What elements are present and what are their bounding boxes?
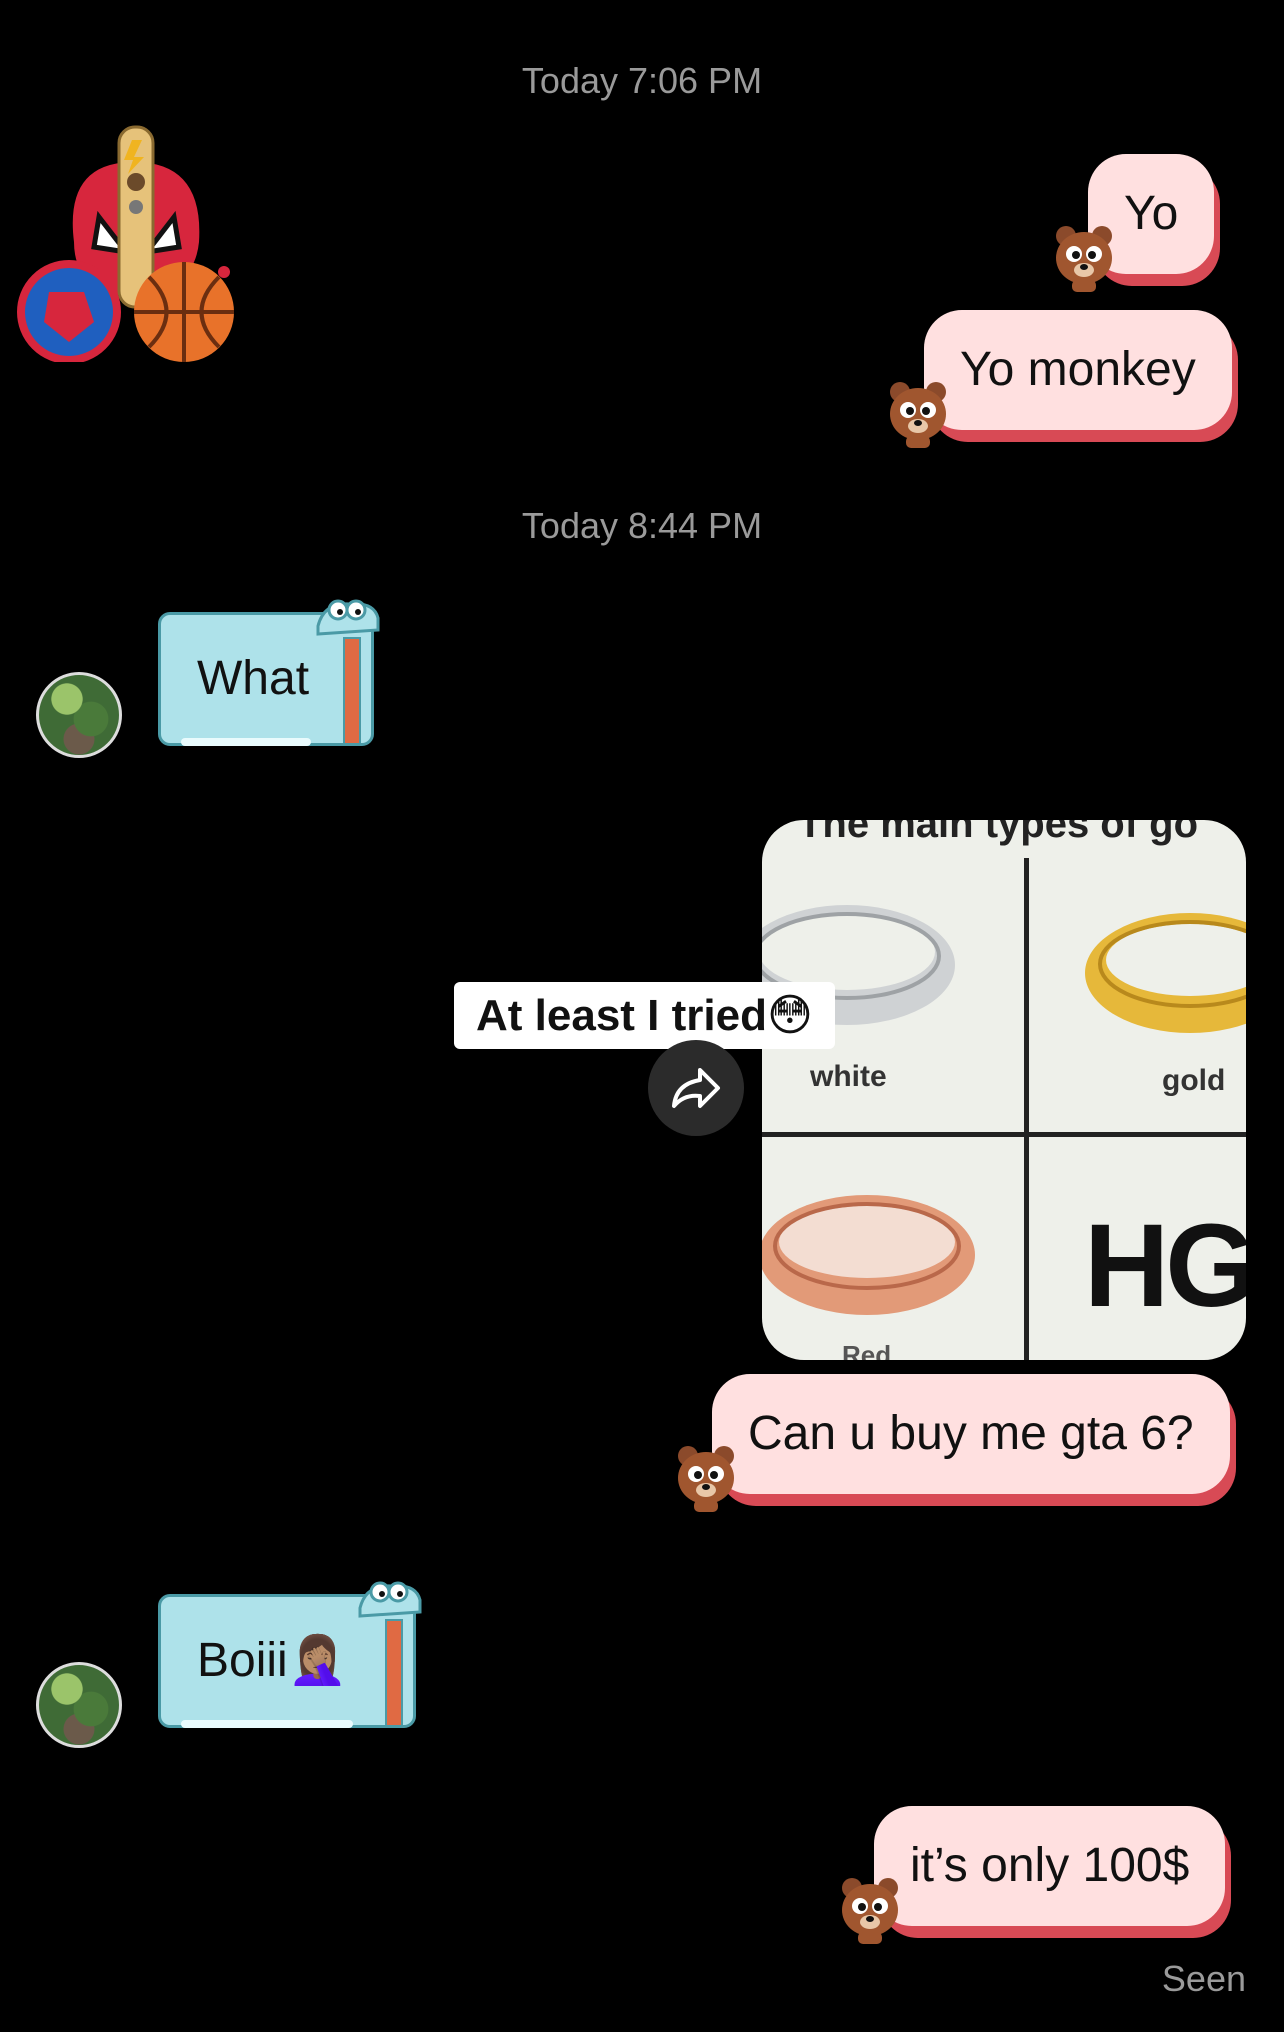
ring-label-red: Red [842,1340,892,1360]
dino-bubble-icon [358,1581,422,1618]
ring-label-hg: HG [1084,1200,1246,1332]
ring-label-white: white [810,1060,887,1093]
message-text: Yo [1124,187,1179,240]
ring-label-gold: gold [1162,1064,1226,1097]
rose-ring-image [762,1195,975,1315]
sent-message-bubble[interactable]: Can u buy me gta 6? [712,1374,1230,1494]
dino-bubble-icon [316,599,380,636]
post-caption: At least I tried😳 [454,982,835,1049]
sent-message-bubble[interactable]: Yo monkey [924,310,1232,430]
sticker-icon[interactable] [14,122,240,362]
seen-status: Seen [1161,1958,1246,1999]
avatar[interactable] [36,1662,122,1748]
message-text: Can u buy me gta 6? [748,1407,1194,1460]
bear-icon [678,1446,734,1512]
timestamp-2: Today 8:44 PM [521,505,763,546]
share-button[interactable] [648,1040,744,1136]
bear-icon [1056,226,1112,292]
bear-icon [842,1878,898,1944]
message-text: Yo monkey [960,343,1196,396]
avatar[interactable] [36,672,122,758]
post-header-text: The main types of go [798,820,1199,846]
timestamp-1: Today 7:06 PM [521,60,763,101]
message-text: Boiii🤦🏽‍♀️ [197,1634,348,1687]
message-text: it’s only 100$ [910,1839,1190,1892]
shared-post-image[interactable]: The main types of go white gold Red HG [762,820,1246,1360]
share-arrow-icon [672,1068,720,1108]
sent-message-bubble[interactable]: it’s only 100$ [874,1806,1226,1926]
bear-icon [890,382,946,448]
gold-ring-image [1085,913,1246,1033]
message-text: What [197,652,310,705]
